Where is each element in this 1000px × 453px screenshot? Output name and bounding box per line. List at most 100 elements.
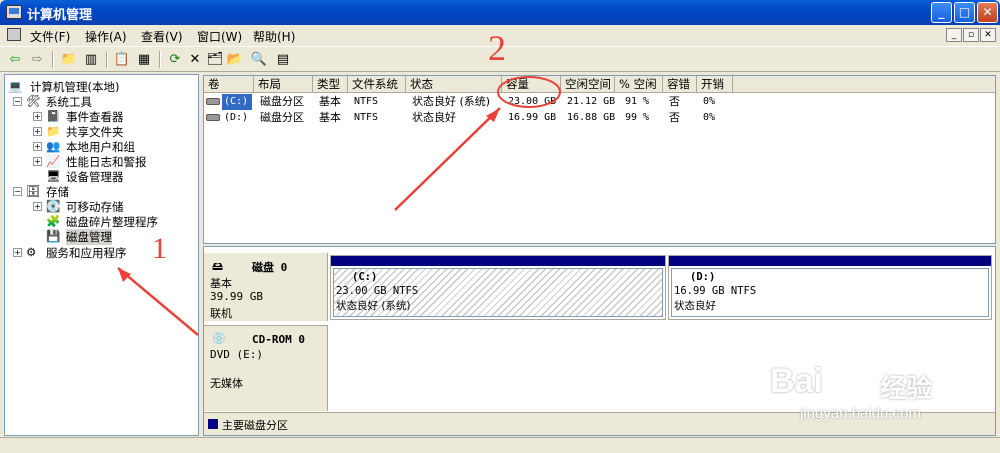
- performance-icon: 📈: [46, 154, 61, 168]
- expand-icon[interactable]: +: [33, 112, 42, 121]
- primary-partition-swatch: [208, 419, 218, 429]
- back-arrow-icon[interactable]: ⇦: [6, 51, 24, 68]
- window-title: 计算机管理: [27, 8, 93, 23]
- delete-icon[interactable]: ✕: [186, 51, 204, 68]
- storage-icon: 🗄: [26, 184, 41, 198]
- expand-icon[interactable]: +: [33, 127, 42, 136]
- volume-filesystem: NTFS: [354, 112, 379, 123]
- partition-c-status: 状态良好 (系统): [336, 300, 411, 312]
- partition-c-body: (C:) 23.00 GB NTFS 状态良好 (系统): [333, 268, 663, 317]
- volume-overhead: 0%: [703, 112, 716, 123]
- partition-d-status: 状态良好: [674, 300, 716, 312]
- column-header-filesystem[interactable]: 文件系统: [348, 76, 406, 93]
- expand-icon[interactable]: +: [33, 157, 42, 166]
- close-button[interactable]: ✕: [977, 2, 998, 23]
- column-header-capacity[interactable]: 容量: [502, 76, 561, 93]
- event-viewer-icon: 📓: [46, 109, 61, 123]
- forward-arrow-icon[interactable]: ⇨: [28, 51, 46, 68]
- watermark-suffix: 经验: [880, 373, 933, 403]
- collapse-icon[interactable]: −: [13, 187, 22, 196]
- legend-label: 主要磁盘分区: [222, 419, 288, 432]
- disk-management-icon: 💾: [46, 229, 61, 243]
- expand-icon[interactable]: +: [33, 202, 42, 211]
- volume-percent-free: 91 %: [625, 96, 650, 107]
- column-header-status[interactable]: 状态: [406, 76, 502, 93]
- column-header-percent-free[interactable]: % 空闲: [615, 76, 663, 93]
- cdrom-0-name: CD-ROM 0: [252, 333, 305, 346]
- partition-c[interactable]: (C:) 23.00 GB NTFS 状态良好 (系统): [330, 255, 666, 320]
- volume-free-space: 21.12 GB: [567, 96, 615, 107]
- menu-file[interactable]: 文件(F): [30, 28, 70, 45]
- title-bar: 计算机管理 _ □ ✕: [0, 0, 1000, 25]
- volume-list: 卷 布局 类型 文件系统 状态 容量 空闲空间 % 空闲 容错 开销 (C:) …: [203, 75, 996, 244]
- computer-icon: 💻: [8, 79, 23, 93]
- properties-sheet-icon[interactable]: 🗂: [206, 51, 224, 68]
- minimize-button[interactable]: _: [931, 2, 952, 23]
- menu-action[interactable]: 操作(A): [85, 28, 127, 45]
- mdi-restore-button[interactable]: ▫: [963, 28, 979, 42]
- expand-icon[interactable]: +: [33, 142, 42, 151]
- column-header-free-space[interactable]: 空闲空间: [561, 76, 615, 93]
- disk-0-name: 磁盘 0: [252, 261, 288, 274]
- refresh-icon[interactable]: ⟳: [166, 51, 184, 68]
- volume-overhead: 0%: [703, 96, 716, 107]
- open-icon[interactable]: 📂: [226, 51, 244, 68]
- volume-status: 状态良好 (系统): [412, 95, 491, 108]
- volume-list-header: 卷 布局 类型 文件系统 状态 容量 空闲空间 % 空闲 容错 开销: [204, 76, 995, 93]
- help-icon[interactable]: ▦: [135, 51, 153, 68]
- disk-settings-icon[interactable]: ▤: [274, 51, 292, 68]
- toolbar-separator: [52, 51, 54, 68]
- computer-management-icon: [6, 5, 22, 19]
- mdi-minimize-button[interactable]: _: [946, 28, 962, 42]
- cdrom-0-status: 无媒体: [210, 377, 243, 390]
- volume-fault-tolerance: 否: [669, 111, 680, 124]
- device-manager-icon: 🖥: [46, 169, 61, 183]
- show-hide-tree-icon[interactable]: ▥: [82, 51, 100, 68]
- volume-layout: 磁盘分区: [260, 111, 304, 124]
- tools-icon: 🛠: [26, 94, 41, 108]
- volume-name: (C:): [222, 94, 252, 110]
- column-header-type[interactable]: 类型: [313, 76, 348, 93]
- cdrom-0-drive: DVD (E:): [210, 348, 263, 361]
- volume-type: 基本: [319, 95, 341, 108]
- table-row[interactable]: (C:) 磁盘分区 基本 NTFS 状态良好 (系统) 23.00 GB 21.…: [204, 94, 995, 110]
- menu-bar: 文件(F) 操作(A) 查看(V) 窗口(W) 帮助(H) _ ▫ ✕: [0, 25, 1000, 45]
- column-header-overhead[interactable]: 开销: [697, 76, 733, 93]
- menu-window[interactable]: 窗口(W): [197, 28, 242, 45]
- volume-status: 状态良好: [412, 111, 456, 124]
- volume-filesystem: NTFS: [354, 96, 379, 107]
- volume-name: (D:): [224, 112, 249, 123]
- console-tree: 💻 计算机管理(本地) − 🛠 系统工具 + 📓 事件查看器 + 📁 共享文件夹…: [4, 74, 199, 436]
- shared-folder-icon: 📁: [46, 124, 61, 138]
- cdrom-0-info[interactable]: 💿 CD-ROM 0 DVD (E:) 无媒体: [204, 325, 328, 411]
- mdi-close-button[interactable]: ✕: [980, 28, 996, 42]
- defrag-icon: 🧩: [46, 214, 61, 228]
- search-icon[interactable]: 🔍: [250, 51, 268, 68]
- expand-icon[interactable]: +: [13, 248, 22, 257]
- volume-free-space: 16.88 GB: [567, 112, 615, 123]
- volume-type: 基本: [319, 111, 341, 124]
- app-menu-icon[interactable]: [7, 28, 21, 41]
- partition-c-name: (C:): [352, 271, 378, 283]
- partition-d[interactable]: (D:) 16.99 GB NTFS 状态良好: [668, 255, 992, 320]
- up-folder-icon[interactable]: 📁: [60, 51, 78, 68]
- disk-0-status: 联机: [210, 307, 232, 320]
- disk-0-info[interactable]: 🖴 磁盘 0 基本 39.99 GB 联机: [204, 253, 328, 321]
- volume-fault-tolerance: 否: [669, 95, 680, 108]
- properties-icon[interactable]: 📋: [113, 51, 131, 68]
- column-header-volume[interactable]: 卷: [204, 76, 254, 93]
- table-row[interactable]: (D:) 磁盘分区 基本 NTFS 状态良好 16.99 GB 16.88 GB…: [204, 110, 995, 126]
- column-header-fault-tolerance[interactable]: 容错: [663, 76, 697, 93]
- partition-c-size: 23.00 GB NTFS: [336, 285, 419, 297]
- cdrom-icon: 💿: [212, 332, 226, 345]
- removable-storage-icon: 💽: [46, 199, 61, 213]
- paw-logo-icon: [842, 342, 872, 372]
- partition-d-size: 16.99 GB NTFS: [674, 285, 757, 297]
- maximize-button[interactable]: □: [954, 2, 975, 23]
- users-icon: 👥: [46, 139, 61, 153]
- volume-capacity: 16.99 GB: [508, 112, 557, 123]
- collapse-icon[interactable]: −: [13, 97, 22, 106]
- menu-view[interactable]: 查看(V): [141, 28, 183, 45]
- column-header-layout[interactable]: 布局: [254, 76, 313, 93]
- menu-help[interactable]: 帮助(H): [253, 28, 295, 45]
